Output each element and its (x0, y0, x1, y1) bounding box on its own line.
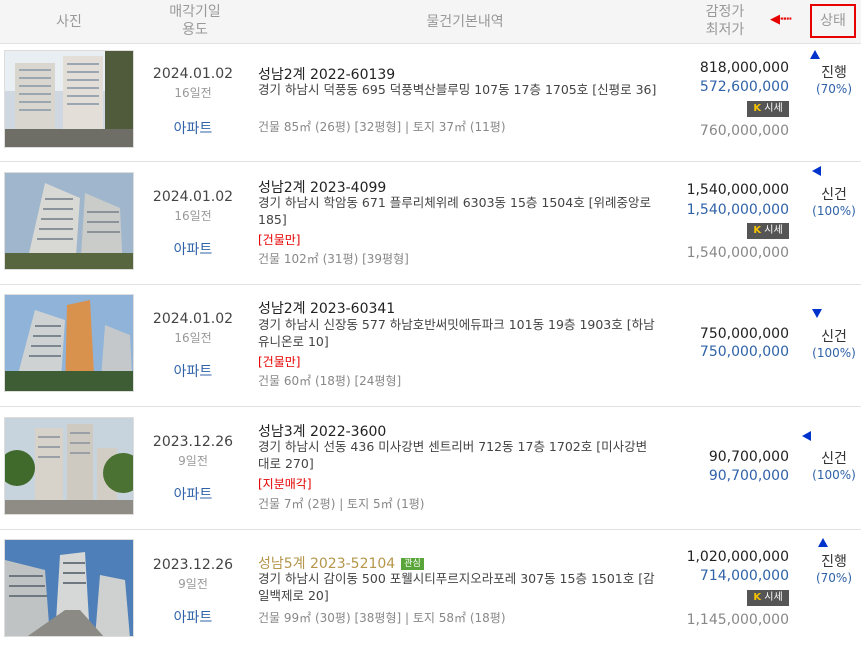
auction-date: 2023.12.26 (152, 434, 234, 450)
days-left: 16일전 (174, 331, 212, 345)
header-status[interactable]: 상태 (810, 4, 856, 38)
market-badge-label: 시세 (764, 225, 783, 236)
annotation-arrow-icon: ◀┅┅ (770, 12, 792, 27)
status-marker-icon (818, 538, 828, 547)
minimum-price: 90,700,000 (708, 468, 789, 484)
market-price: 1,145,000,000 (686, 612, 789, 628)
market-price: 1,540,000,000 (686, 245, 789, 261)
property-photo[interactable] (4, 294, 134, 392)
property-area: 건물 7㎡ (2평) | 토지 5㎡ (1평) (258, 497, 425, 511)
appraisal-price: 1,540,000,000 (686, 182, 789, 198)
property-area: 건물 85㎡ (26평) [32평형] | 토지 37㎡ (11평) (258, 120, 506, 134)
status-marker-icon (802, 431, 811, 441)
table-row[interactable]: 2024.01.02 16일전 아파트 성남2계 2022-60139 경기 하… (0, 44, 861, 162)
status-label: 신건 (821, 187, 847, 203)
status-percent: (100%) (812, 204, 856, 218)
property-area: 건물 60㎡ (18평) [24평형] (258, 374, 402, 388)
status-label: 진행 (821, 554, 847, 570)
property-address: 경기 하남시 신장동 577 하남호반써밋에듀파크 101동 19층 1903호… (258, 317, 655, 349)
minimum-price: 714,000,000 (699, 568, 789, 584)
status-marker-icon (812, 309, 822, 318)
usage-link[interactable]: 아파트 (140, 607, 246, 627)
days-left: 16일전 (174, 86, 212, 100)
status-label: 신건 (821, 329, 847, 345)
auction-date: 2023.12.26 (152, 557, 234, 573)
kb-market-badge[interactable]: K 시세 (747, 590, 789, 606)
status-percent: (70%) (815, 82, 853, 96)
minimum-price: 1,540,000,000 (686, 202, 789, 218)
appraisal-price: 818,000,000 (699, 60, 789, 76)
interest-badge: 관심 (401, 558, 424, 570)
property-address: 경기 하남시 학암동 671 플루리체위례 6303동 15층 1504호 [위… (258, 195, 652, 227)
header-info: 물건기본내역 (426, 14, 504, 30)
header-minprice-label: 최저가 (705, 22, 745, 38)
kb-market-badge[interactable]: K 시세 (747, 223, 789, 239)
property-area: 건물 99㎡ (30평) [38평형] | 토지 58㎡ (18평) (258, 611, 506, 625)
status-percent: (70%) (815, 571, 853, 585)
property-photo[interactable] (4, 539, 134, 637)
auction-date: 2024.01.02 (152, 189, 234, 205)
kb-label: K (753, 592, 762, 603)
table-row[interactable]: 2024.01.02 16일전 아파트 성남2계 2023-4099 경기 하남… (0, 162, 861, 285)
table-header: 사진 매각기일 용도 물건기본내역 감정가 최저가 ◀┅┅ 상태 (0, 0, 861, 44)
header-photo: 사진 (56, 14, 82, 30)
table-row[interactable]: 2023.12.26 9일전 아파트 성남5계 2023-52104 관심 경기 … (0, 530, 861, 653)
minimum-price: 750,000,000 (699, 344, 789, 360)
kb-label: K (753, 225, 762, 236)
status-label: 신건 (821, 451, 847, 467)
header-appraisal-label: 감정가 (705, 4, 745, 20)
table-row[interactable]: 2024.01.02 16일전 아파트 성남2계 2023-60341 경기 하… (0, 285, 861, 407)
property-tag: [건물만] (258, 355, 301, 369)
usage-link[interactable]: 아파트 (140, 118, 246, 138)
market-price: 760,000,000 (699, 123, 789, 139)
market-badge-label: 시세 (764, 592, 783, 603)
appraisal-price: 1,020,000,000 (686, 549, 789, 565)
header-usage-label: 용도 (182, 22, 208, 38)
status-percent: (100%) (812, 346, 856, 360)
header-date-label: 매각기일 (169, 4, 221, 20)
status-percent: (100%) (812, 468, 856, 482)
table-row[interactable]: 2023.12.26 9일전 아파트 성남3계 2022-3600 경기 하남시… (0, 407, 861, 530)
kb-market-badge[interactable]: K 시세 (747, 101, 789, 117)
appraisal-price: 90,700,000 (708, 449, 789, 465)
property-tag: [지분매각] (258, 477, 312, 491)
days-left: 9일전 (178, 454, 208, 468)
days-left: 9일전 (178, 577, 208, 591)
auction-date: 2024.01.02 (152, 311, 234, 327)
property-address: 경기 하남시 덕풍동 695 덕풍벽산블루밍 107동 17층 1705호 [신… (258, 82, 657, 97)
property-area: 건물 102㎡ (31평) [39평형] (258, 252, 409, 266)
header-price: 감정가 최저가 (690, 3, 760, 39)
status-marker-icon (812, 166, 821, 176)
appraisal-price: 750,000,000 (699, 326, 789, 342)
status-label: 진행 (821, 65, 847, 81)
property-address: 경기 하남시 선동 436 미사강변 센트리버 712동 17층 1702호 [… (258, 439, 648, 471)
usage-link[interactable]: 아파트 (140, 239, 246, 259)
status-marker-icon (810, 50, 820, 59)
property-tag: [건물만] (258, 233, 301, 247)
market-badge-label: 시세 (764, 103, 783, 114)
property-photo[interactable] (4, 172, 134, 270)
header-date-usage: 매각기일 용도 (140, 3, 250, 39)
property-photo[interactable] (4, 417, 134, 515)
case-number-link[interactable]: 성남2계 2023-60341 (258, 298, 395, 318)
property-address: 경기 하남시 감이동 500 포웰시티푸르지오라포레 307동 15층 1501… (258, 571, 655, 603)
kb-label: K (753, 103, 762, 114)
usage-link[interactable]: 아파트 (140, 484, 246, 504)
usage-link[interactable]: 아파트 (140, 361, 246, 381)
auction-date: 2024.01.02 (152, 66, 234, 82)
property-photo[interactable] (4, 50, 134, 148)
minimum-price: 572,600,000 (699, 79, 789, 95)
days-left: 16일전 (174, 209, 212, 223)
